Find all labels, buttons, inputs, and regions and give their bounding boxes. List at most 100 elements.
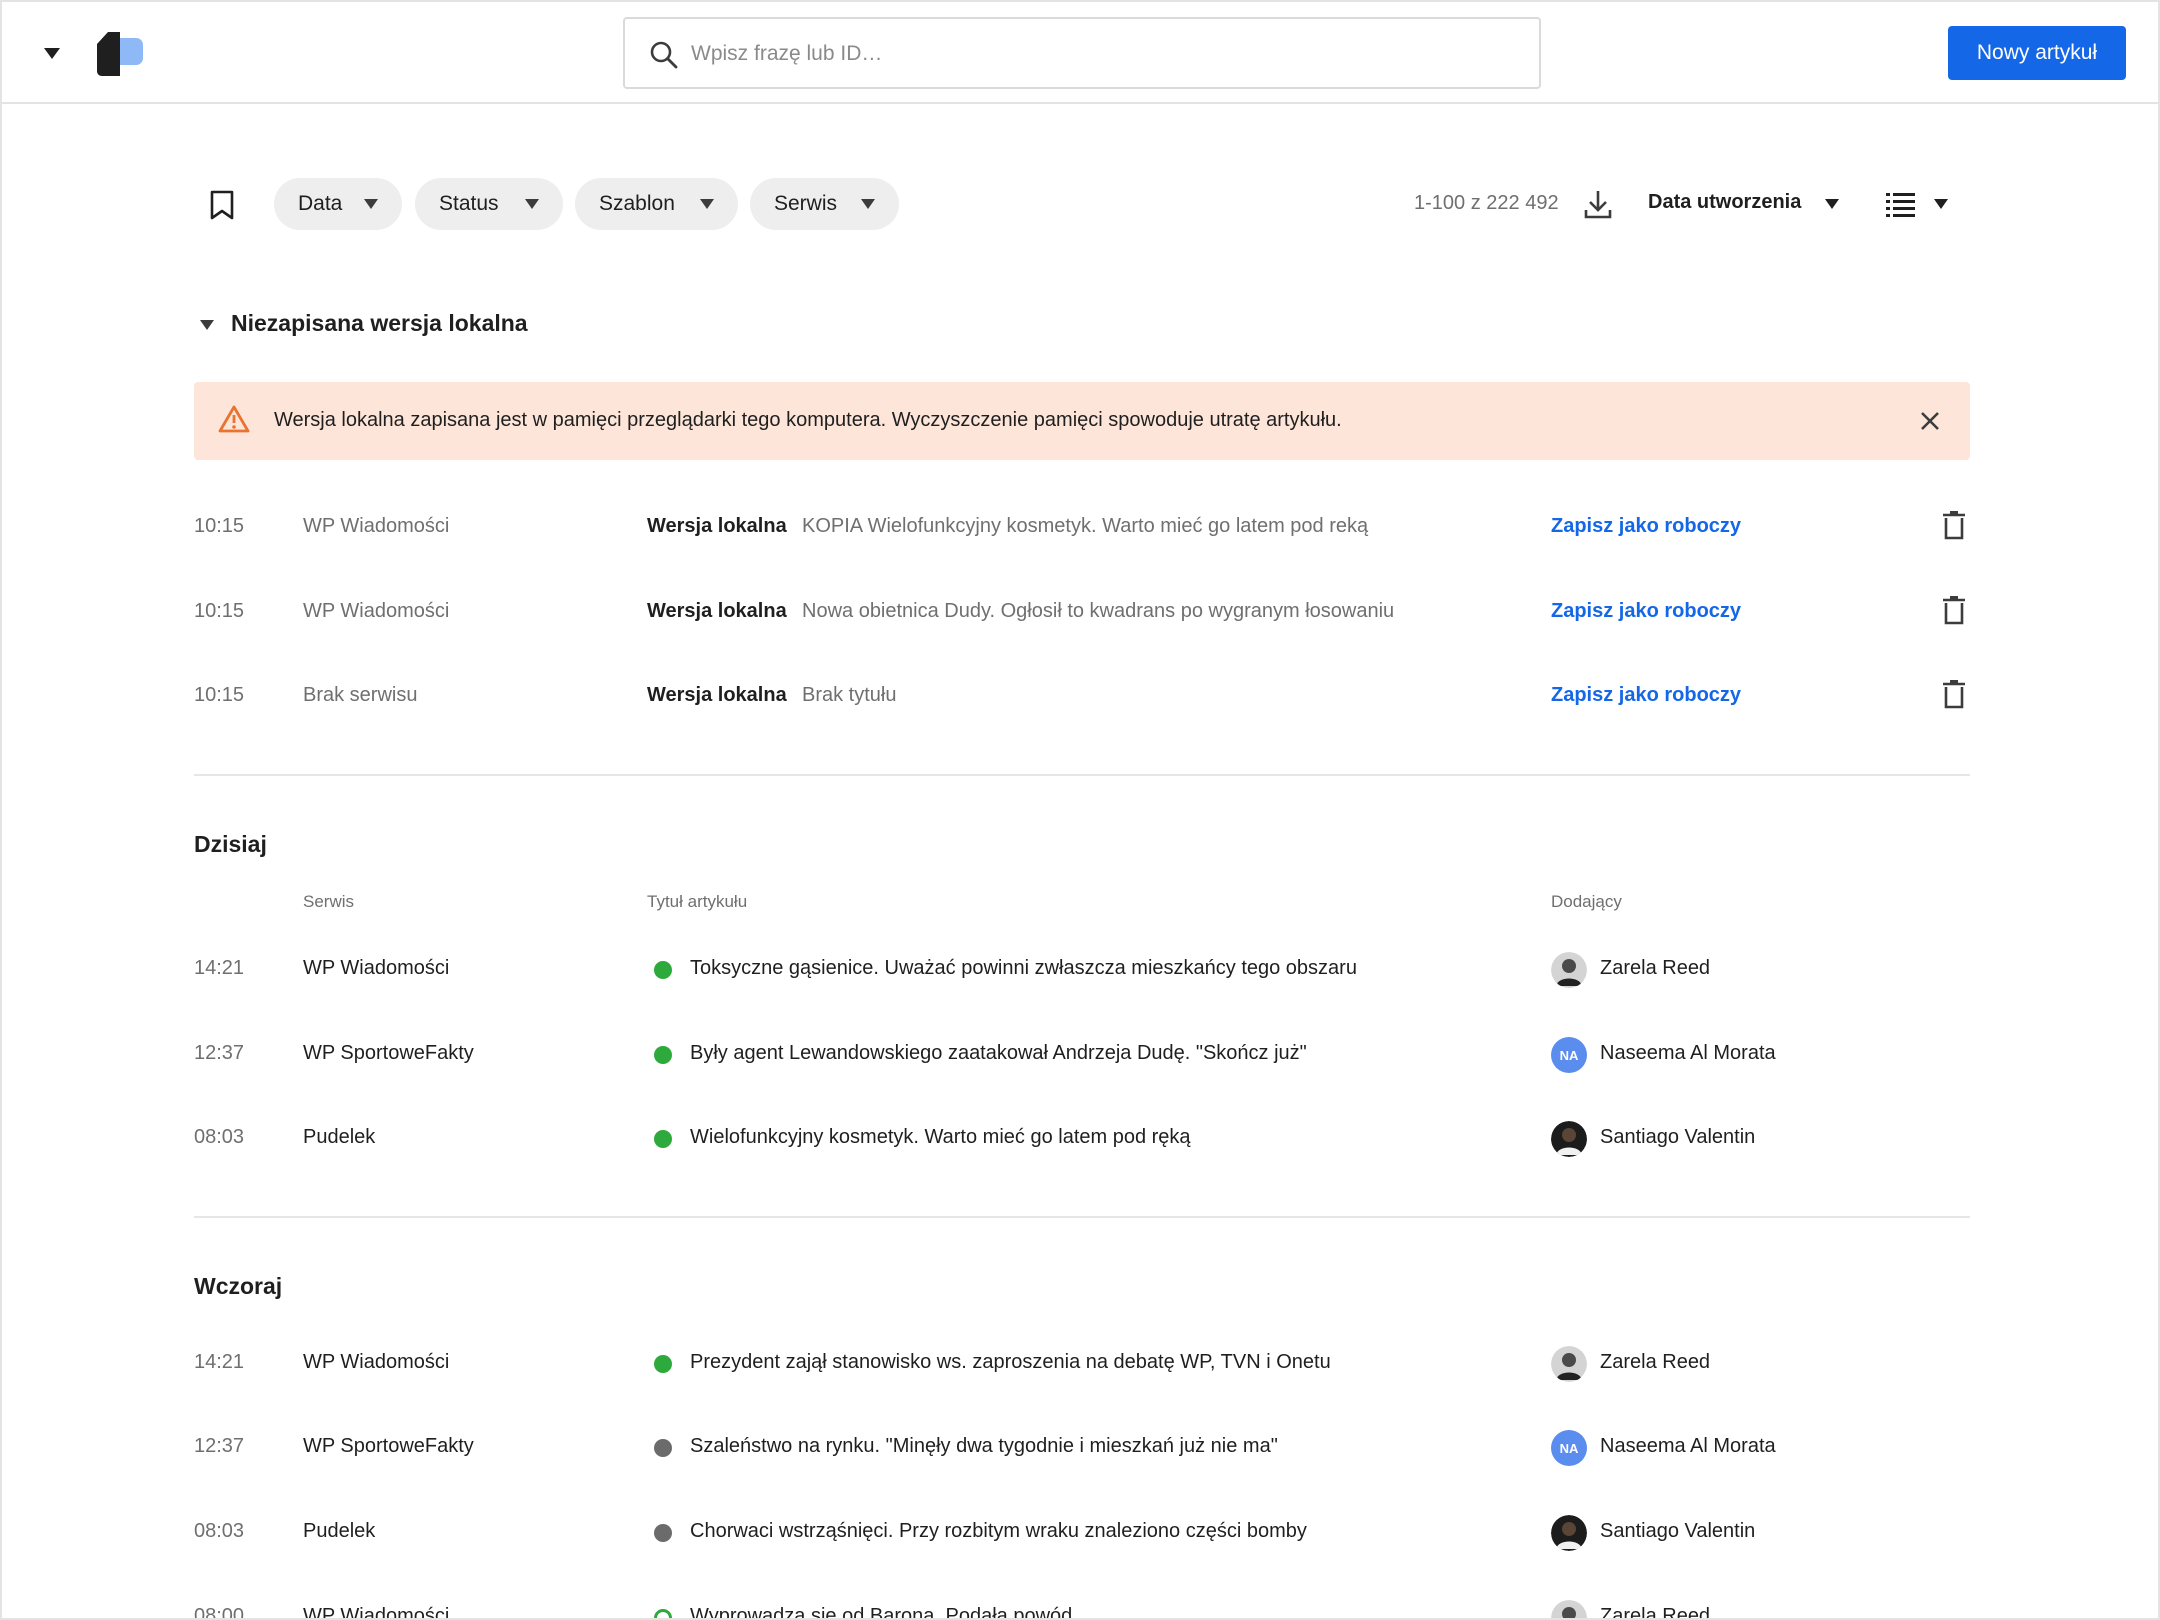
avatar xyxy=(1551,1600,1587,1618)
row-serwis: WP Wiadomości xyxy=(303,600,450,622)
article-title-link[interactable]: Chorwaci wstrząśnięci. Przy rozbitym wra… xyxy=(690,1520,1307,1543)
row-title: KOPIA Wielofunkcyjny kosmetyk. Warto mie… xyxy=(802,515,1369,537)
warning-icon xyxy=(218,405,250,433)
save-as-draft-link[interactable]: Zapisz jako roboczy xyxy=(1551,600,1741,623)
trash-icon[interactable] xyxy=(1942,595,1966,625)
avatar-initials: NA xyxy=(1551,1430,1587,1466)
dropdown-arrow-icon xyxy=(364,199,378,209)
filter-chip-label: Szablon xyxy=(599,192,675,215)
author-name: Naseema Al Morata xyxy=(1600,1435,1776,1457)
article-title-link[interactable]: Szaleństwo na rynku. "Minęły dwa tygodni… xyxy=(690,1435,1278,1458)
search-box[interactable] xyxy=(623,17,1541,89)
article-row[interactable]: 08:03 Pudelek Wielofunkcyjny kosmetyk. W… xyxy=(194,1108,1970,1168)
article-title-link[interactable]: Były agent Lewandowskiego zaatakował And… xyxy=(690,1042,1307,1065)
column-header-title: Tytuł artykułu xyxy=(647,892,748,911)
article-title-link[interactable]: Wyprowadza się od Barona. Podała powód xyxy=(690,1605,1072,1618)
status-dot-published xyxy=(654,1046,672,1064)
warning-alert: Wersja lokalna zapisana jest w pamięci p… xyxy=(194,382,1970,460)
row-title: Nowa obietnica Dudy. Ogłosił to kwadrans… xyxy=(802,600,1395,622)
article-title-link[interactable]: Wielofunkcyjny kosmetyk. Warto mieć go l… xyxy=(690,1126,1191,1149)
trash-icon[interactable] xyxy=(1942,679,1966,709)
sort-dropdown-arrow-icon[interactable] xyxy=(1825,199,1839,209)
row-title: Brak tytułu xyxy=(802,684,897,706)
avatar-initials: NA xyxy=(1551,1037,1587,1073)
dropdown-arrow-icon xyxy=(700,199,714,209)
view-dropdown-arrow-icon[interactable] xyxy=(1934,199,1948,209)
article-title-link[interactable]: Prezydent zajął stanowisko ws. zaproszen… xyxy=(690,1351,1331,1374)
result-count: 1-100 z 222 492 xyxy=(1414,192,1559,214)
row-serwis: WP Wiadomości xyxy=(303,1605,450,1620)
row-time: 14:21 xyxy=(194,957,245,979)
local-row: 10:15 Brak serwisu Wersja lokalna Brak t… xyxy=(194,666,1970,726)
new-article-button[interactable]: Nowy artykuł xyxy=(1948,26,2126,80)
menu-toggle-icon[interactable] xyxy=(44,48,60,59)
app-logo xyxy=(97,32,143,76)
column-header-serwis: Serwis xyxy=(303,892,355,911)
download-icon[interactable] xyxy=(1582,188,1614,220)
row-time: 08:00 xyxy=(194,1605,245,1620)
list-view-icon[interactable] xyxy=(1886,192,1916,218)
status-dot-draft xyxy=(654,1524,672,1542)
alert-message: Wersja lokalna zapisana jest w pamięci p… xyxy=(274,409,1342,431)
section-title-local: Niezapisana wersja lokalna xyxy=(231,310,528,336)
author-name: Zarela Reed xyxy=(1600,957,1711,979)
author-name: Naseema Al Morata xyxy=(1600,1042,1776,1064)
row-serwis: WP Wiadomości xyxy=(303,957,450,979)
row-time: 12:37 xyxy=(194,1042,245,1064)
avatar xyxy=(1551,1346,1587,1382)
filter-chip-label: Data xyxy=(298,192,343,215)
search-input[interactable] xyxy=(691,35,1511,73)
avatar xyxy=(1551,1121,1587,1157)
filter-chip-label: Status xyxy=(439,192,499,215)
search-icon xyxy=(650,41,678,69)
filter-chip-status[interactable]: Status xyxy=(415,178,563,230)
bookmark-icon[interactable] xyxy=(208,190,236,220)
author-name: Santiago Valentin xyxy=(1600,1520,1756,1542)
filter-chip-szablon[interactable]: Szablon xyxy=(575,178,738,230)
collapse-caret-icon[interactable] xyxy=(200,320,214,330)
save-as-draft-link[interactable]: Zapisz jako roboczy xyxy=(1551,684,1741,707)
article-row[interactable]: 14:21 WP Wiadomości Prezydent zajął stan… xyxy=(194,1333,1970,1393)
group-title-today: Dzisiaj xyxy=(194,831,267,857)
row-time: 08:03 xyxy=(194,1520,245,1542)
article-row[interactable]: 08:00 WP Wiadomości Wyprowadza się od Ba… xyxy=(194,1587,1970,1620)
article-row[interactable]: 08:03 Pudelek Chorwaci wstrząśnięci. Prz… xyxy=(194,1502,1970,1562)
row-serwis: WP SportoweFakty xyxy=(303,1042,474,1064)
article-row[interactable]: 14:21 WP Wiadomości Toksyczne gąsienice.… xyxy=(194,939,1970,999)
top-bar: Nowy artykuł xyxy=(2,2,2158,104)
column-header-author: Dodający xyxy=(1551,892,1622,911)
row-serwis: WP Wiadomości xyxy=(303,1351,450,1373)
article-title-link[interactable]: Toksyczne gąsienice. Uważać powinni zwła… xyxy=(690,957,1357,980)
group-title-yesterday: Wczoraj xyxy=(194,1273,283,1299)
row-time: 10:15 xyxy=(194,684,245,706)
row-time: 08:03 xyxy=(194,1126,245,1148)
local-row: 10:15 WP Wiadomości Wersja lokalna KOPIA… xyxy=(194,497,1970,557)
filter-chip-label: Serwis xyxy=(774,192,838,215)
author-name: Zarela Reed xyxy=(1600,1351,1711,1373)
avatar xyxy=(1551,952,1587,988)
row-time: 12:37 xyxy=(194,1435,245,1457)
row-kind: Wersja lokalna xyxy=(647,600,787,622)
close-icon[interactable] xyxy=(1918,409,1942,433)
status-dot-published xyxy=(654,961,672,979)
row-serwis: Pudelek xyxy=(303,1126,376,1148)
section-divider xyxy=(194,1216,1970,1218)
row-serwis: Pudelek xyxy=(303,1520,376,1542)
status-dot-published xyxy=(654,1355,672,1373)
avatar xyxy=(1551,1515,1587,1551)
row-serwis: Brak serwisu xyxy=(303,684,418,706)
save-as-draft-link[interactable]: Zapisz jako roboczy xyxy=(1551,515,1741,538)
row-time: 10:15 xyxy=(194,515,245,537)
sort-select[interactable]: Data utworzenia xyxy=(1648,191,1801,214)
dropdown-arrow-icon xyxy=(525,199,539,209)
local-row: 10:15 WP Wiadomości Wersja lokalna Nowa … xyxy=(194,582,1970,642)
trash-icon[interactable] xyxy=(1942,510,1966,540)
article-row[interactable]: 12:37 WP SportoweFakty Szaleństwo na ryn… xyxy=(194,1417,1970,1477)
row-serwis: WP SportoweFakty xyxy=(303,1435,474,1457)
dropdown-arrow-icon xyxy=(861,199,875,209)
filter-chip-serwis[interactable]: Serwis xyxy=(750,178,899,230)
article-row[interactable]: 12:37 WP SportoweFakty Były agent Lewand… xyxy=(194,1024,1970,1084)
filter-chip-data[interactable]: Data xyxy=(274,178,402,230)
status-dot-draft xyxy=(654,1439,672,1457)
status-dot-scheduled xyxy=(654,1609,672,1618)
